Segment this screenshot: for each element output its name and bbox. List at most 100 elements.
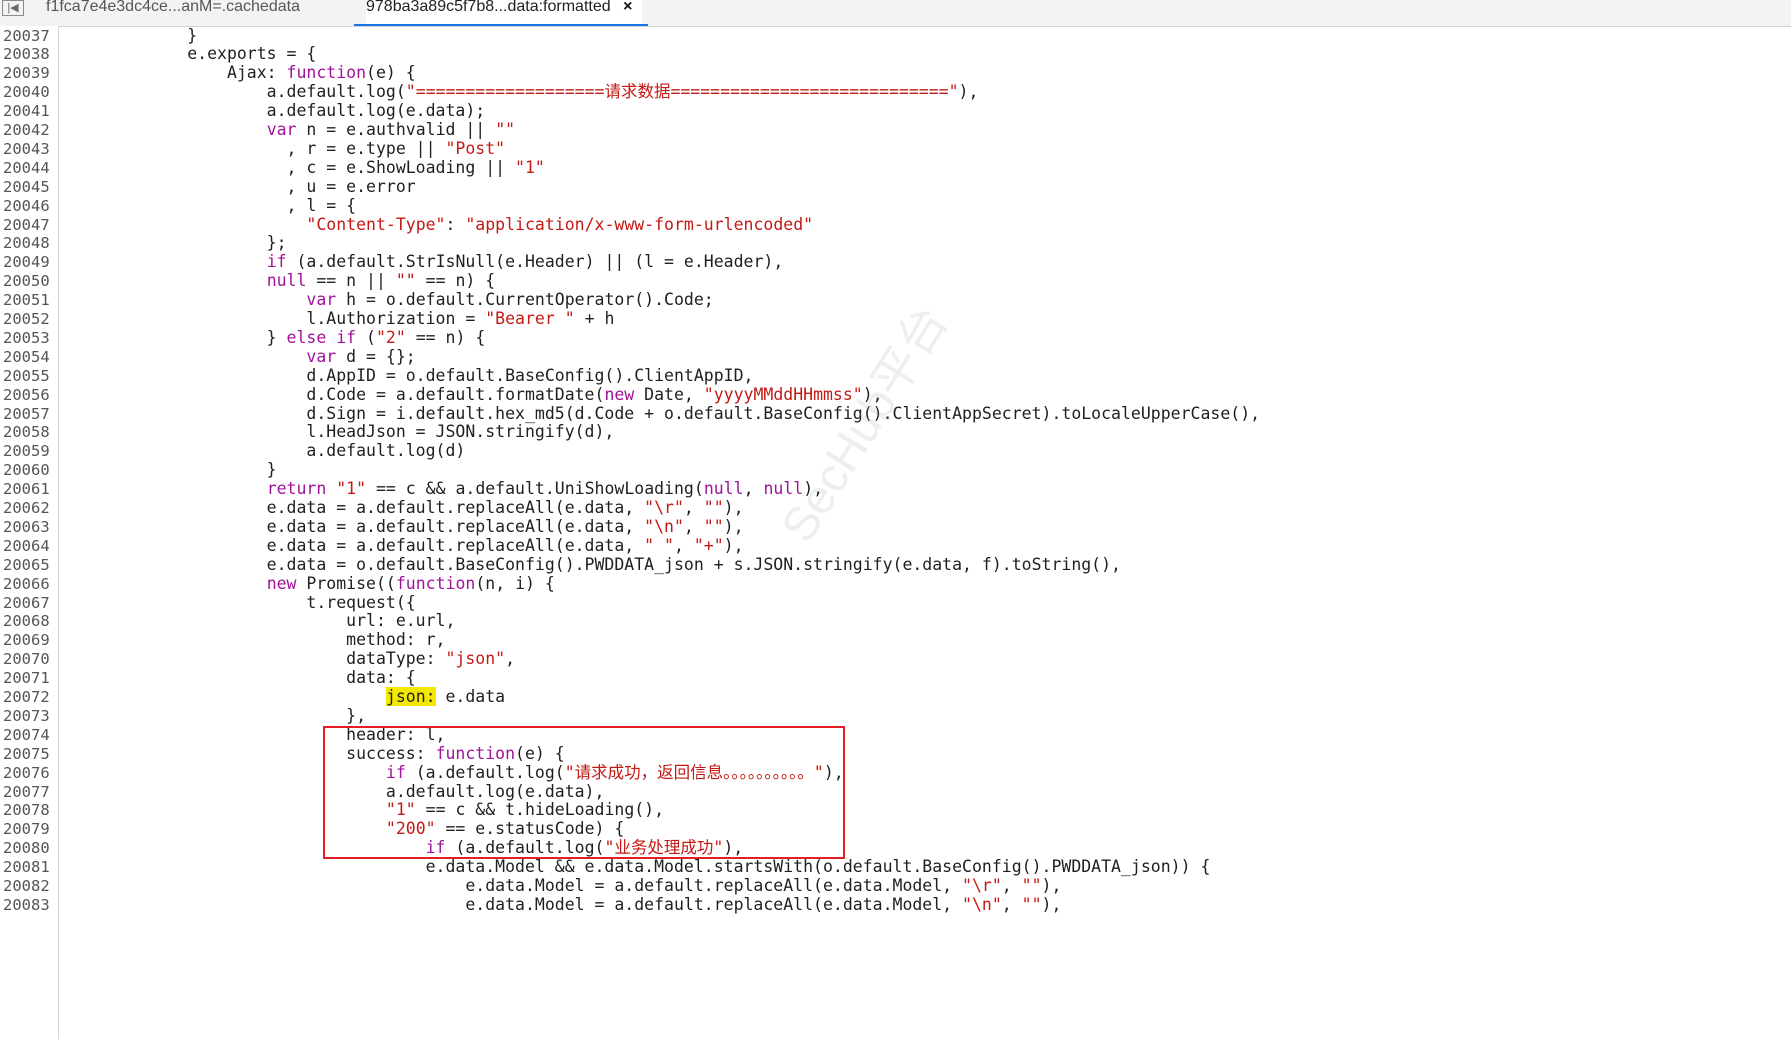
toggle-navigator-icon[interactable]: |◀: [2, 0, 24, 16]
code-token: success:: [68, 743, 436, 763]
line-number: 20037: [3, 26, 50, 45]
code-token: "application/x-www-form-urlencoded": [465, 214, 814, 234]
code-token: url: e.url,: [68, 611, 456, 631]
code-token: ),: [803, 479, 824, 499]
tab-formatted[interactable]: 978ba3a89c5f7b8...data:formatted ×: [354, 0, 649, 26]
line-number: 20043: [3, 139, 50, 158]
line-number: 20057: [3, 404, 50, 423]
line-code: a.default.log(e.data);: [68, 101, 486, 121]
code-token: "\n": [962, 894, 1002, 914]
close-icon[interactable]: ×: [623, 0, 632, 15]
line-code: dataType: "json",: [68, 649, 515, 669]
code-token: == c && t.hideLoading(),: [415, 800, 665, 820]
line-code: d.Sign = i.default.hex_md5(d.Code + o.de…: [68, 404, 1260, 424]
line-code: , u = e.error: [68, 177, 416, 197]
line-code: header: l,: [68, 725, 445, 745]
code-token: function: [435, 743, 516, 763]
code-token: , l = {: [68, 195, 357, 215]
code-token: "": [1021, 876, 1042, 895]
line-code: var n = e.authvalid || "": [68, 120, 515, 140]
code-token: ),: [1041, 894, 1062, 914]
line-code: var d = {};: [68, 346, 416, 367]
code-token: d.AppID = o.default.BaseConfig().ClientA…: [68, 365, 754, 385]
code-token: else if: [286, 327, 357, 347]
line-code: , l = {: [68, 195, 357, 216]
code-token: e.data = o.default.BaseConfig().PWDDATA_…: [68, 554, 1121, 574]
line-number: 20065: [3, 555, 50, 574]
code-token: }: [68, 460, 277, 480]
line-number: 20055: [3, 366, 50, 385]
line-number: 20053: [3, 328, 50, 347]
line-code: return "1" == c && a.default.UniShowLoad…: [68, 479, 824, 499]
code-token: l.HeadJson = JSON.stringify(d),: [68, 422, 615, 442]
code-token: (n, i) {: [475, 573, 555, 593]
code-token: e.data: [435, 687, 506, 706]
code-token: Ajax:: [68, 63, 287, 83]
line-code: "Content-Type": "application/x-www-form-…: [68, 214, 814, 235]
code-token: ),: [723, 838, 744, 858]
line-number: 20060: [3, 461, 50, 480]
code-token: ),: [958, 82, 979, 102]
code-token: var: [306, 290, 337, 310]
code-token: "===================请求数据================…: [405, 82, 959, 102]
line-code: var h = o.default.CurrentOperator().Code…: [68, 290, 713, 310]
code-token: "": [703, 498, 724, 517]
code-token: ),: [723, 516, 744, 536]
tab-cachedata[interactable]: f1fca7e4e3dc4ce...anM=.cachedata: [46, 0, 300, 26]
line-number: 20048: [3, 234, 50, 253]
code-token: ),: [723, 498, 744, 517]
line-number: 20058: [3, 423, 50, 442]
code-token: d = {};: [336, 346, 416, 366]
code-token: "2": [375, 327, 406, 347]
line-number: 20061: [3, 480, 50, 499]
code-token: == n) {: [405, 327, 486, 347]
line-number: 20044: [3, 158, 50, 177]
line-number: 20068: [3, 612, 50, 631]
line-number: 20077: [3, 782, 50, 801]
code-token: (a.default.StrIsNull(e.Header) || (l = e…: [286, 252, 784, 272]
line-code: "1" == c && t.hideLoading(),: [68, 800, 665, 820]
code-token: },: [68, 705, 367, 725]
code-token: ,: [1001, 876, 1022, 895]
code-token: ,: [1001, 894, 1022, 914]
line-code: e.data = o.default.BaseConfig().PWDDATA_…: [68, 554, 1121, 575]
code-token: "1": [336, 479, 367, 499]
line-code: t.request({: [68, 593, 415, 613]
line-number: 20051: [3, 291, 50, 310]
code-token: "业务处理成功": [604, 838, 724, 858]
code-token: "+": [693, 535, 724, 555]
code-token: "请求成功，返回信息。。。。。。。。。。": [564, 762, 824, 782]
code-token: new: [266, 573, 297, 593]
line-number: 20069: [3, 631, 50, 650]
line-code: a.default.log(d): [68, 441, 465, 461]
line-code: json: e.data: [68, 687, 506, 707]
code-token: "": [395, 271, 416, 291]
code-token: "Post": [445, 138, 506, 158]
code-token: data: {: [68, 668, 416, 688]
line-number: 20063: [3, 517, 50, 536]
line-code: e.data.Model && e.data.Model.startsWith(…: [68, 857, 1211, 877]
code-token: if: [266, 252, 287, 272]
code-token: (e) {: [366, 63, 416, 83]
tab-label: 978ba3a89c5f7b8...data:formatted: [366, 0, 611, 15]
line-number: 20072: [3, 688, 50, 706]
line-number: 20038: [3, 45, 50, 64]
code-token: var: [306, 346, 337, 366]
code-token: a.default.log(e.data),: [68, 781, 605, 801]
line-code: l.Authorization = "Bearer " + h: [68, 309, 614, 329]
line-code: }: [68, 460, 277, 480]
code-token: n = e.authvalid ||: [296, 120, 496, 139]
code-token: l.Authorization =: [68, 309, 486, 328]
line-code: url: e.url,: [68, 611, 456, 631]
code-token: return: [266, 479, 327, 499]
line-code: , c = e.ShowLoading || "1": [68, 158, 545, 178]
line-code: },: [68, 705, 367, 726]
code-token: == n ||: [306, 271, 396, 291]
code-editor[interactable]: 20037 } 20038 e.exports = {20039 Ajax: fu…: [0, 26, 1791, 1039]
